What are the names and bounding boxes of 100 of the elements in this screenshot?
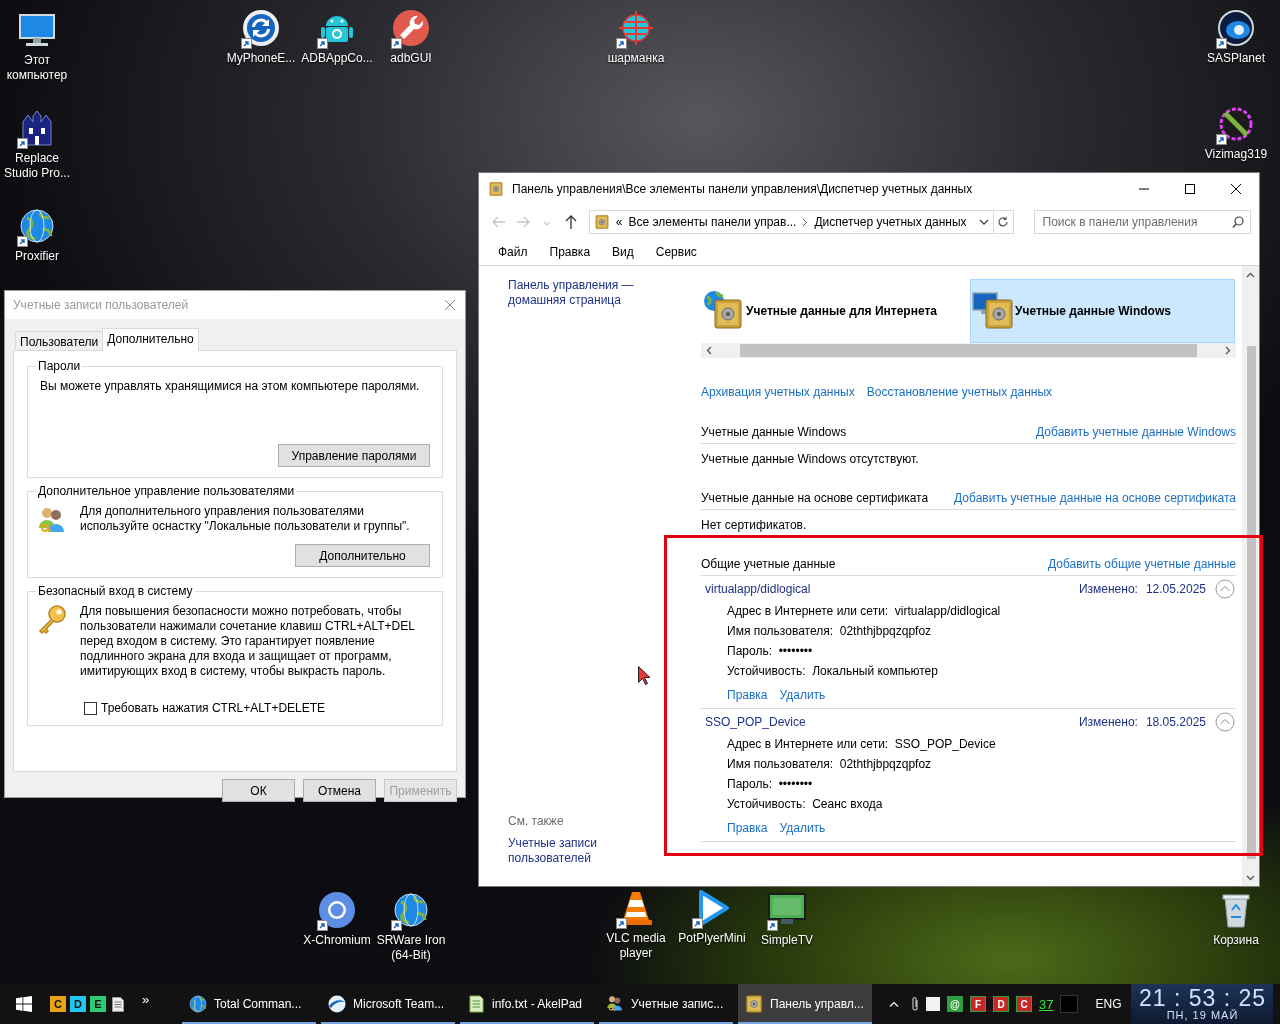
breadcrumb-overflow[interactable]: «	[615, 215, 623, 229]
category-tile[interactable]: Учетные данные Windows	[970, 279, 1235, 343]
refresh-button[interactable]	[993, 210, 1014, 234]
vertical-scrollbar[interactable]	[1242, 266, 1259, 886]
desktop-shortcut[interactable]: SRWare Iron (64-Bit)	[373, 890, 449, 963]
credential-link[interactable]: Удалить	[779, 688, 826, 702]
taskbar-button[interactable]: Microsoft Team...	[321, 984, 455, 1024]
refresh-icon	[997, 216, 1010, 228]
expand-toggle[interactable]	[1214, 711, 1236, 733]
field-value: ••••••••	[778, 777, 813, 791]
desktop-shortcut[interactable]: VLC media player	[598, 888, 674, 961]
horizontal-scrollbar[interactable]	[701, 343, 1236, 358]
wrench-icon	[391, 8, 431, 48]
desktop-shortcut[interactable]: PotPlyerMini	[674, 888, 750, 946]
add-link[interactable]: Добавить общие учетные данные	[1048, 557, 1236, 571]
add-link[interactable]: Добавить учетные данные на основе сертификата	[954, 491, 1236, 505]
field-label: Имя пользователя:	[727, 757, 834, 771]
dialog-button[interactable]: ОК	[222, 779, 295, 802]
see-also-heading: См. также	[508, 814, 565, 828]
chevron-down-icon	[978, 219, 989, 225]
taskbar-button[interactable]: Total Comman...	[182, 984, 316, 1024]
desktop-shortcut[interactable]: шарманка	[598, 8, 674, 66]
field-value: ••••••••	[778, 644, 813, 658]
tray-counter[interactable]: 37	[1039, 996, 1054, 1012]
group-title: Дополнительное управление пользователями	[37, 484, 296, 498]
sync-arrows-icon	[241, 8, 281, 48]
menu-item[interactable]: Файл	[487, 243, 539, 261]
window-title: Панель управления\Все элементы панели управления\Диспетчер учетных данных	[512, 182, 974, 196]
search-field[interactable]: Поиск в панели управления	[1033, 210, 1251, 234]
globe-icon	[327, 994, 347, 1014]
address-bar[interactable]: « Все элементы панели управ... Диспетчер учетных данных	[588, 210, 994, 234]
overflow-chevron[interactable]: »	[130, 991, 150, 1017]
desktop-shortcut[interactable]: MyPhoneE...	[223, 8, 299, 66]
credential-link[interactable]: Правка	[727, 821, 768, 835]
quick-launch-button[interactable]: E	[90, 996, 106, 1012]
tray-icon[interactable]	[1060, 995, 1079, 1013]
action-button[interactable]: Дополнительно	[295, 544, 430, 567]
taskbar-button[interactable]: Панель управл...	[738, 984, 872, 1024]
action-link[interactable]: Восстановление учетных данных	[866, 385, 1053, 399]
credential-link[interactable]: Правка	[727, 688, 768, 702]
quick-launch-button[interactable]: C	[50, 996, 66, 1012]
quick-launch-button[interactable]	[110, 996, 126, 1012]
home-link[interactable]: Панель управления — домашняя страница	[508, 278, 648, 308]
credential-link[interactable]: Удалить	[779, 821, 826, 835]
desktop-shortcut[interactable]: SimpleTV	[749, 890, 825, 948]
menu-item[interactable]: Вид	[601, 243, 645, 261]
quick-launch-button[interactable]: D	[70, 996, 86, 1012]
language-indicator[interactable]: ENG	[1095, 997, 1122, 1011]
chevron-up-circle-icon	[1215, 579, 1235, 599]
chevron-up-circle-icon	[1215, 712, 1235, 732]
section-title: Учетные данные на основе сертификата	[701, 491, 929, 505]
tab[interactable]: Дополнительно	[102, 328, 199, 351]
paperclip-icon	[911, 996, 919, 1012]
checkbox[interactable]	[84, 701, 97, 715]
taskbar-button[interactable]: info.txt - AkelPad	[460, 984, 594, 1024]
menu-item[interactable]: Правка	[538, 243, 602, 261]
tray-badge[interactable]: D	[993, 996, 1009, 1012]
scrollbar-thumb[interactable]	[1247, 346, 1256, 859]
desktop-shortcut[interactable]: Vizimag319	[1198, 104, 1274, 162]
credential-name[interactable]: SSO_POP_Device	[701, 715, 1079, 729]
window-title: Учетные записи пользователей	[13, 298, 190, 312]
tab[interactable]: Пользователи	[15, 331, 104, 350]
desktop-shortcut[interactable]: Корзина	[1198, 890, 1274, 948]
scroll-down-icon	[1246, 874, 1255, 881]
scroll-left-icon	[706, 346, 712, 355]
breadcrumb-item[interactable]: Все элементы панели управ...	[628, 215, 797, 229]
crosshair-icon	[616, 8, 656, 48]
globe-icon	[391, 890, 431, 930]
safe-icon	[593, 214, 610, 230]
close-icon	[1231, 184, 1241, 194]
search-icon	[1232, 216, 1244, 228]
desktop-shortcut[interactable]: X-Chromium	[299, 890, 375, 948]
desktop-shortcut[interactable]: ADBAppCo...	[299, 8, 375, 66]
modified-date: 12.05.2025	[1145, 582, 1206, 596]
desktop-shortcut[interactable]: Этот компьютер	[0, 10, 75, 83]
scroll-up-icon	[1246, 271, 1255, 278]
field-label: Имя пользователя:	[727, 624, 834, 638]
dialog-button[interactable]: Отмена	[303, 779, 376, 802]
sidebar-link[interactable]: Учетные записи пользователей	[508, 836, 648, 866]
add-link[interactable]: Добавить учетные данные Windows	[1036, 425, 1236, 439]
expand-toggle[interactable]	[1214, 578, 1236, 600]
desktop-shortcut[interactable]: SASPlanet	[1198, 8, 1274, 66]
breadcrumb-item[interactable]: Диспетчер учетных данных	[814, 215, 967, 229]
document-icon	[112, 996, 124, 1012]
description-text: Для дополнительного управления пользователями используйте оснастку "Локальные пользователи и группы".	[80, 504, 411, 534]
desktop-shortcut[interactable]: Proxifier	[0, 206, 75, 264]
desktop-shortcut[interactable]: adbGUI	[373, 8, 449, 66]
clock-panel[interactable]: 21 : 53 : 25 ПН, 19 МАЙ	[1131, 984, 1274, 1024]
action-link[interactable]: Архивация учетных данных	[701, 385, 855, 399]
tray-badge[interactable]: C	[1016, 996, 1032, 1012]
checkbox-label[interactable]: Требовать нажатия CTRL+ALT+DELETE	[101, 701, 326, 715]
globe-icon	[188, 994, 208, 1014]
square-icon	[926, 997, 940, 1011]
credential-name[interactable]: virtualapp/didlogical	[701, 582, 1079, 596]
scrollbar-thumb[interactable]	[740, 344, 1197, 357]
menu-item[interactable]: Сервис	[644, 243, 708, 261]
desktop-shortcut[interactable]: Replace Studio Pro...	[0, 108, 75, 181]
tray-badge[interactable]: F	[970, 996, 986, 1012]
taskbar-button[interactable]: Учетные запис...	[599, 984, 733, 1024]
action-button[interactable]: Управление паролями	[278, 444, 430, 467]
